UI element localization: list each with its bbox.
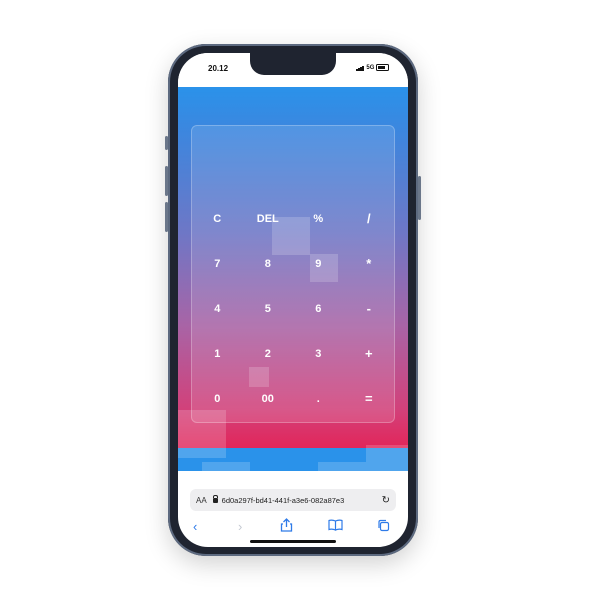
key-plus[interactable]: + (344, 331, 395, 376)
reload-icon[interactable]: ↻ (382, 495, 390, 506)
web-content: C DEL%/ 7 8 9 * 4 5 6- 1 2 3 +0 00. = (178, 87, 408, 471)
decorative-square (366, 445, 408, 471)
book-icon[interactable] (328, 519, 343, 534)
key-1[interactable]: 1 (192, 331, 243, 376)
lock-icon (212, 494, 218, 503)
status-indicators: 5G (356, 64, 390, 71)
signal-icon (356, 65, 364, 71)
home-indicator (250, 540, 336, 543)
key-percent[interactable]: % (293, 196, 344, 241)
chevron-right-icon[interactable]: › (238, 519, 242, 534)
action-button (165, 136, 168, 150)
decorative-square (202, 462, 250, 471)
text-size-button[interactable]: AA (196, 496, 207, 505)
share-icon[interactable] (280, 518, 293, 535)
address-bar[interactable]: AA 6d0a297f-bd41-441f-a3e6-082a87e3 ↻ (190, 489, 396, 511)
phone-frame: 20.12 5G C DEL%/ 7 8 9 * 4 5 6- 1 2 3 +0 00. = AA (165, 44, 421, 556)
calculator-keypad: C DEL%/ 7 8 9 * 4 5 6- 1 2 3 +0 00. = (192, 196, 394, 421)
network-label: 5G (366, 64, 375, 71)
key-6[interactable]: 6 (293, 286, 344, 331)
phone-screen: 20.12 5G C DEL%/ 7 8 9 * 4 5 6- 1 2 3 +0 00. = AA (178, 53, 408, 547)
key-5[interactable]: 5 (243, 286, 294, 331)
key-equals[interactable]: = (344, 376, 395, 421)
battery-icon (376, 64, 390, 71)
power-button (418, 176, 421, 220)
chevron-left-icon[interactable]: ‹ (193, 519, 197, 534)
volume-up-button (165, 166, 168, 196)
url-text[interactable]: 6d0a297f-bd41-441f-a3e6-082a87e3 (222, 496, 379, 505)
key-4[interactable]: 4 (192, 286, 243, 331)
key-clear[interactable]: C (192, 196, 243, 241)
key-minus[interactable]: - (344, 286, 395, 331)
camera-notch (250, 53, 336, 75)
decorative-square (318, 462, 366, 471)
key-00[interactable]: 00 (243, 376, 294, 421)
key-0[interactable]: 0 (192, 376, 243, 421)
key-7[interactable]: 7 (192, 241, 243, 286)
tabs-icon[interactable] (377, 519, 390, 535)
key-multiply[interactable]: * (344, 241, 395, 286)
key-delete[interactable]: DEL (243, 196, 294, 241)
volume-down-button (165, 202, 168, 232)
calculator-panel: C DEL%/ 7 8 9 * 4 5 6- 1 2 3 +0 00. = (191, 125, 395, 423)
key-divide[interactable]: / (344, 196, 395, 241)
browser-toolbar: ‹ › (178, 515, 408, 539)
key-2[interactable]: 2 (243, 331, 294, 376)
status-time: 20.12 (208, 64, 229, 73)
key-8[interactable]: 8 (243, 241, 294, 286)
key-3[interactable]: 3 (293, 331, 344, 376)
key-9[interactable]: 9 (293, 241, 344, 286)
key-decimal[interactable]: . (293, 376, 344, 421)
